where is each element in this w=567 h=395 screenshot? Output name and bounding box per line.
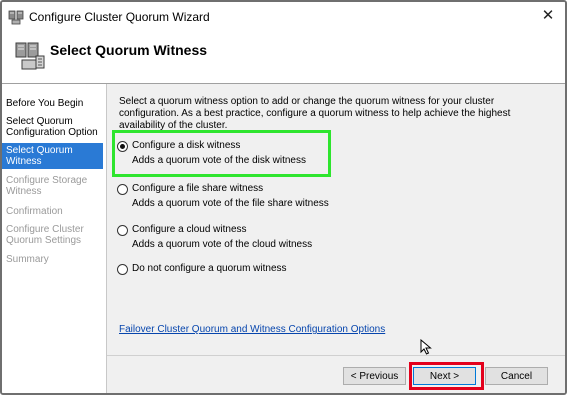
wizard-window: Configure Cluster Quorum Wizard ✕ Select…: [0, 0, 567, 395]
disk-witness-radio[interactable]: [117, 141, 128, 152]
option-label: Configure a disk witness: [132, 140, 241, 151]
footer-divider: [107, 355, 565, 356]
wizard-header: Select Quorum Witness: [2, 32, 565, 82]
close-icon[interactable]: ✕: [531, 2, 565, 30]
wizard-content: Select a quorum witness option to add or…: [106, 84, 565, 393]
no-witness-radio[interactable]: [117, 264, 128, 275]
cancel-button[interactable]: Cancel: [485, 367, 548, 385]
mouse-cursor-icon: [420, 339, 432, 355]
option-description: Adds a quorum vote of the cloud witness: [132, 239, 313, 250]
cloud-witness-radio[interactable]: [117, 225, 128, 236]
sidebar-item-select-quorum-witness[interactable]: Select Quorum Witness: [2, 143, 103, 169]
file-share-witness-radio[interactable]: [117, 184, 128, 195]
cluster-quorum-icon: [15, 42, 45, 70]
wizard-steps-sidebar: Before You Begin Select Quorum Configura…: [2, 84, 105, 393]
option-description: Adds a quorum vote of the disk witness: [132, 155, 306, 166]
sidebar-item-configure-cluster-quorum-settings: Configure Cluster Quorum Settings: [6, 224, 84, 246]
option-label: Do not configure a quorum witness: [132, 263, 287, 274]
cluster-app-icon: [8, 10, 24, 25]
sidebar-item-configure-storage-witness: Configure Storage Witness: [6, 175, 88, 197]
sidebar-item-select-quorum-configuration[interactable]: Select Quorum Configuration Option: [2, 116, 103, 138]
option-label: Configure a file share witness: [132, 183, 264, 194]
previous-button[interactable]: < Previous: [343, 367, 406, 385]
title-bar: Configure Cluster Quorum Wizard ✕: [2, 2, 565, 32]
red-highlight-box: [409, 362, 484, 390]
green-highlight-box: [112, 130, 331, 177]
page-title: Select Quorum Witness: [50, 42, 208, 58]
option-description: Adds a quorum vote of the file share wit…: [132, 198, 329, 209]
window-title: Configure Cluster Quorum Wizard: [29, 10, 210, 24]
sidebar-item-confirmation: Confirmation: [6, 206, 63, 217]
intro-text: Select a quorum witness option to add or…: [119, 96, 511, 131]
sidebar-item-before-you-begin[interactable]: Before You Begin: [2, 98, 103, 109]
option-label: Configure a cloud witness: [132, 224, 247, 235]
help-link[interactable]: Failover Cluster Quorum and Witness Conf…: [119, 324, 385, 335]
sidebar-item-summary: Summary: [6, 254, 49, 265]
